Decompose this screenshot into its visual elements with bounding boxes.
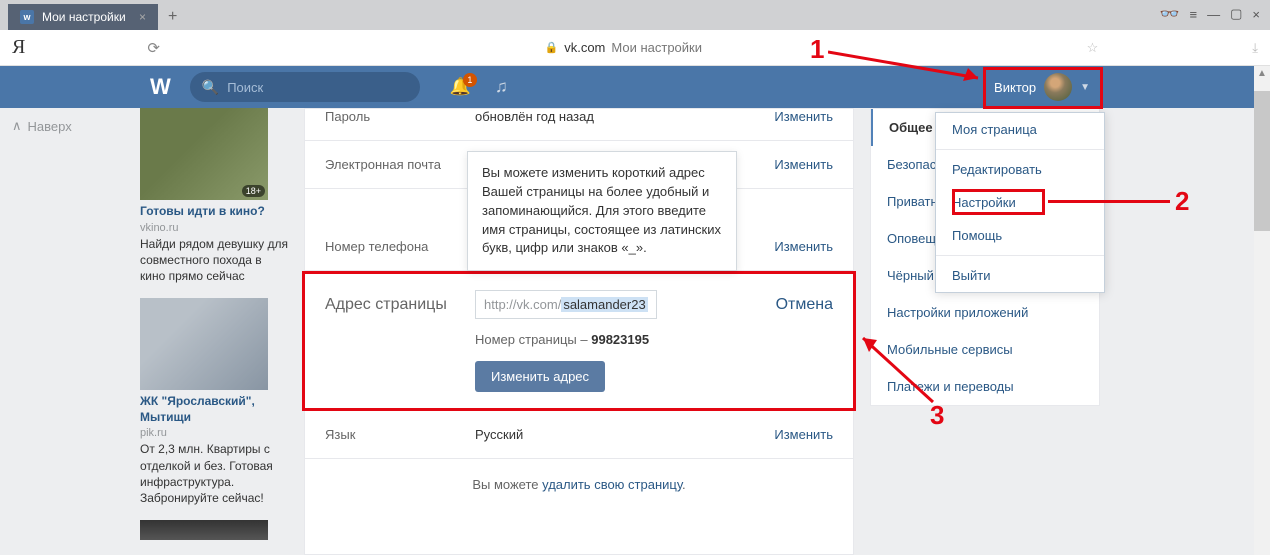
browser-tab[interactable]: w Мои настройки × xyxy=(8,4,158,30)
new-tab-button[interactable]: + xyxy=(158,4,187,30)
address-label: Адрес страницы xyxy=(325,296,475,314)
download-icon[interactable]: ⤓ xyxy=(1252,40,1258,56)
close-window-icon[interactable]: × xyxy=(1252,7,1260,22)
minimize-icon[interactable]: — xyxy=(1207,7,1220,22)
age-badge: 18+ xyxy=(242,185,265,197)
dd-my-page[interactable]: Моя страница xyxy=(936,113,1104,146)
tab-close-icon[interactable]: × xyxy=(139,10,146,24)
email-label: Электронная почта xyxy=(325,157,475,172)
address-bar: Я ⟳ 🔒 vk.com Мои настройки ☆ ⤓ xyxy=(0,30,1270,66)
setting-row-address: Адрес страницы http://vk.com/ salamander… xyxy=(302,271,856,411)
search-box[interactable]: 🔍 xyxy=(190,72,420,102)
window-controls: 👓 ≡ — ▢ × xyxy=(1150,0,1270,30)
setting-row-password: Пароль обновлён год назад Изменить xyxy=(305,109,853,141)
caret-down-icon: ▼ xyxy=(1080,82,1090,93)
search-icon: 🔍 xyxy=(202,79,219,96)
vk-logo[interactable]: W xyxy=(150,74,170,100)
address-input[interactable]: http://vk.com/ salamander23 xyxy=(475,290,657,319)
url-value: salamander23 xyxy=(561,297,647,312)
vk-header: W 🔍 🔔 1 ♫ Виктор ▼ xyxy=(0,66,1270,108)
ad-domain: vkino.ru xyxy=(140,222,290,234)
search-input[interactable] xyxy=(227,80,408,95)
chevron-up-icon: ∧ xyxy=(12,118,22,134)
phone-label: Номер телефона xyxy=(325,239,475,254)
dd-help[interactable]: Помощь xyxy=(936,219,1104,252)
url-prefix: http://vk.com/ xyxy=(484,297,561,312)
ad-block[interactable]: 18+ Готовы идти в кино? vkino.ru Найди р… xyxy=(140,108,290,284)
address-tooltip: Вы можете изменить короткий адрес Вашей … xyxy=(467,151,737,271)
tab-title: Мои настройки xyxy=(42,10,126,24)
profile-menu-button[interactable]: Виктор ▼ xyxy=(984,66,1100,108)
menu-icon[interactable]: ≡ xyxy=(1190,7,1198,22)
ad-image: 18+ xyxy=(140,108,268,200)
annotation-1: 1 xyxy=(810,34,824,65)
music-icon[interactable]: ♫ xyxy=(495,77,508,97)
setting-row-language: Язык Русский Изменить xyxy=(305,411,853,459)
ad-image xyxy=(140,298,268,390)
page-number-text: Номер страницы – 99823195 xyxy=(475,332,649,347)
change-email-link[interactable]: Изменить xyxy=(774,157,833,172)
cancel-link[interactable]: Отмена xyxy=(776,296,833,314)
side-item-apps[interactable]: Настройки приложений xyxy=(871,294,1099,331)
scroll-thumb[interactable] xyxy=(1254,91,1270,231)
password-value: обновлён год назад xyxy=(475,109,774,124)
ad-desc: Найди рядом девушку для совместного похо… xyxy=(140,236,290,285)
yandex-logo[interactable]: Я xyxy=(12,36,25,59)
change-language-link[interactable]: Изменить xyxy=(774,427,833,442)
change-address-button[interactable]: Изменить адрес xyxy=(475,361,605,392)
change-password-link[interactable]: Изменить xyxy=(774,109,833,124)
scroll-up-arrow[interactable]: ▲ xyxy=(1254,66,1270,81)
annotation-3: 3 xyxy=(930,400,944,431)
language-label: Язык xyxy=(325,427,475,442)
ad-title: ЖК "Ярославский", Мытищи xyxy=(140,394,290,425)
delete-page-link[interactable]: удалить свою страницу xyxy=(542,477,682,492)
scroll-up-button[interactable]: ∧ Наверх xyxy=(12,118,140,134)
ad-block[interactable]: ЖК "Ярославский", Мытищи pik.ru От 2,3 м… xyxy=(140,298,290,506)
browser-tab-strip: w Мои настройки × + 👓 ≡ — ▢ × xyxy=(0,0,1270,30)
url-path: Мои настройки xyxy=(611,40,702,55)
up-label: Наверх xyxy=(28,119,72,134)
reload-icon[interactable]: ⟳ xyxy=(147,39,160,57)
ad-desc: От 2,3 млн. Квартиры с отделкой и без. Г… xyxy=(140,441,290,506)
language-value: Русский xyxy=(475,427,774,442)
settings-panel: Пароль обновлён год назад Изменить Элект… xyxy=(304,108,854,555)
setting-row-email: Электронная почта Вы можете изменить кор… xyxy=(305,141,853,189)
notifications-icon[interactable]: 🔔 1 xyxy=(450,77,471,97)
avatar xyxy=(1044,73,1072,101)
password-label: Пароль xyxy=(325,109,475,124)
annotation-line-2 xyxy=(1048,200,1170,203)
delete-account-row: Вы можете удалить свою страницу. xyxy=(305,459,853,510)
annotation-2: 2 xyxy=(1175,186,1189,217)
dd-edit[interactable]: Редактировать xyxy=(936,153,1104,186)
dd-logout[interactable]: Выйти xyxy=(936,259,1104,292)
vk-favicon: w xyxy=(20,10,34,24)
change-phone-link[interactable]: Изменить xyxy=(774,239,833,254)
notif-badge: 1 xyxy=(463,73,477,87)
vertical-scrollbar[interactable]: ▲ xyxy=(1254,66,1270,555)
ad-image xyxy=(140,520,268,540)
profile-name: Виктор xyxy=(994,80,1036,95)
url-domain: vk.com xyxy=(564,40,605,55)
ads-column: 18+ Готовы идти в кино? vkino.ru Найди р… xyxy=(140,108,290,555)
ad-title: Готовы идти в кино? xyxy=(140,204,290,220)
favorite-icon[interactable]: ☆ xyxy=(1087,40,1099,56)
lock-icon: 🔒 xyxy=(545,41,559,54)
reader-icon[interactable]: 👓 xyxy=(1160,4,1180,24)
ad-domain: pik.ru xyxy=(140,427,290,439)
maximize-icon[interactable]: ▢ xyxy=(1230,6,1242,22)
